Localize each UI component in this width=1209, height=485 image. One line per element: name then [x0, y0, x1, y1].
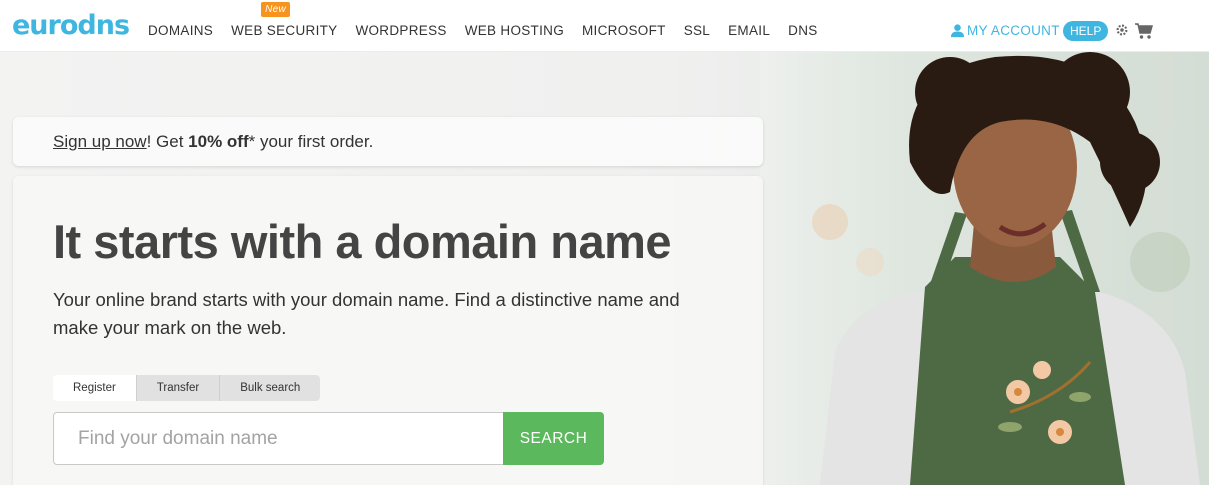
nav-web-security-label: WEB SECURITY	[231, 23, 338, 38]
promo-banner: Sign up now! Get 10% off* your first ord…	[13, 117, 763, 166]
nav-web-security[interactable]: New WEB SECURITY	[231, 2, 338, 38]
domain-search-input[interactable]	[53, 412, 504, 465]
tab-register[interactable]: Register	[53, 375, 137, 401]
eurodns-logo[interactable]: eurodns	[12, 10, 130, 41]
my-account-label: MY ACCOUNT	[967, 23, 1060, 38]
my-account-link[interactable]: MY ACCOUNT	[950, 23, 1060, 38]
tab-transfer[interactable]: Transfer	[136, 375, 221, 401]
search-button[interactable]: SEARCH	[503, 412, 604, 465]
tab-bulk-search[interactable]: Bulk search	[220, 375, 321, 401]
search-tabs: Register Transfer Bulk search	[53, 375, 321, 401]
main-nav: DOMAINS New WEB SECURITY WORDPRESS WEB H…	[148, 2, 836, 38]
page-title: It starts with a domain name	[53, 215, 672, 268]
promo-text: Sign up now! Get 10% off* your first ord…	[53, 132, 373, 152]
help-button[interactable]: HELP	[1063, 21, 1109, 41]
nav-wordpress[interactable]: WORDPRESS	[355, 23, 446, 38]
promo-text-1: ! Get	[146, 132, 189, 151]
user-icon	[950, 24, 965, 38]
promo-discount: 10% off	[188, 132, 249, 151]
promo-text-2: * your first order.	[248, 132, 374, 151]
nav-domains[interactable]: DOMAINS	[148, 23, 213, 38]
nav-dns[interactable]: DNS	[788, 23, 817, 38]
nav-web-hosting[interactable]: WEB HOSTING	[465, 23, 564, 38]
nav-ssl[interactable]: SSL	[684, 23, 710, 38]
domain-search-panel: It starts with a domain name Your online…	[13, 176, 763, 485]
nav-microsoft[interactable]: MICROSOFT	[582, 23, 666, 38]
gear-icon[interactable]	[1115, 23, 1129, 37]
new-badge: New	[261, 2, 291, 17]
sign-up-link[interactable]: Sign up now	[53, 132, 147, 151]
hero-photo	[760, 52, 1209, 485]
site-header: eurodns DOMAINS New WEB SECURITY WORDPRE…	[0, 0, 1209, 52]
nav-email[interactable]: EMAIL	[728, 23, 770, 38]
hero-subtitle: Your online brand starts with your domai…	[53, 289, 680, 338]
cart-icon[interactable]	[1134, 22, 1154, 40]
